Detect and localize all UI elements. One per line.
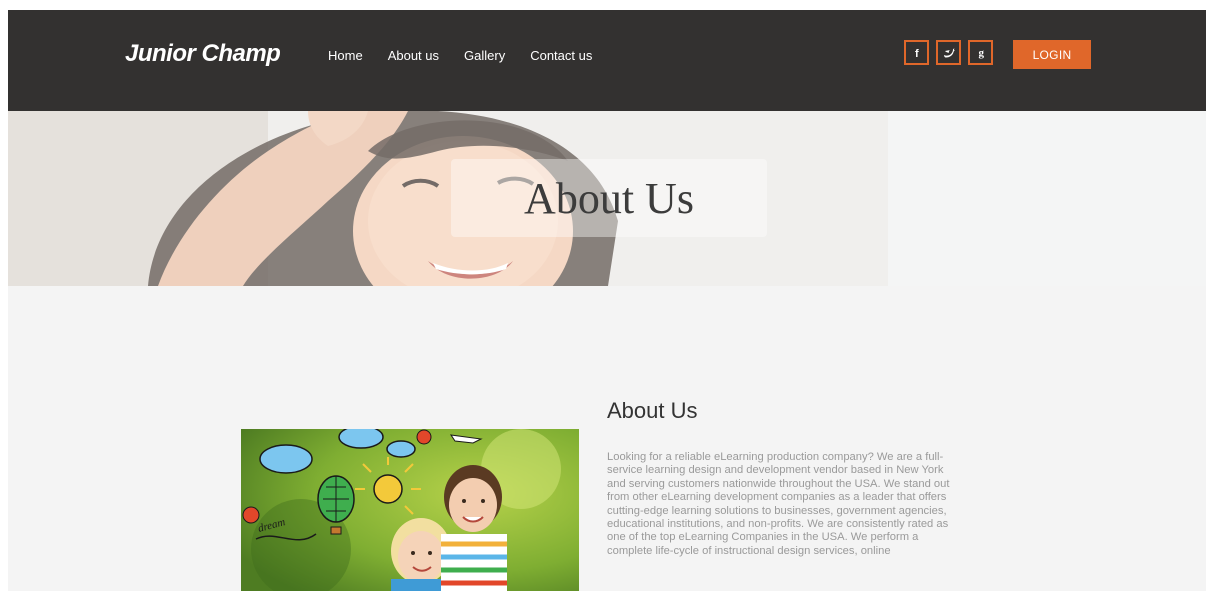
about-heading: About Us bbox=[607, 398, 698, 423]
google-plus-icon: g bbox=[978, 47, 984, 59]
facebook-icon: f bbox=[915, 48, 919, 59]
nav-gallery[interactable]: Gallery bbox=[464, 48, 505, 63]
hero-title-box: About Us bbox=[451, 159, 767, 237]
about-description: Looking for a reliable eLearning product… bbox=[607, 451, 950, 557]
page-frame: Junior Champ Home About us Gallery Conta… bbox=[8, 10, 1206, 591]
svg-text:f: f bbox=[915, 48, 919, 59]
facebook-button[interactable]: f bbox=[904, 40, 929, 65]
google-plus-button[interactable]: g bbox=[968, 40, 993, 65]
hero-banner: About Us bbox=[8, 111, 1206, 286]
kids-photo: dream bbox=[241, 429, 579, 591]
site-header: Junior Champ Home About us Gallery Conta… bbox=[8, 10, 1206, 111]
nav-contact-us[interactable]: Contact us bbox=[530, 48, 592, 63]
main-nav: Home About us Gallery Contact us bbox=[328, 48, 617, 63]
svg-text:g: g bbox=[978, 47, 984, 59]
kids-illustration-image: dream bbox=[241, 429, 579, 591]
twitter-icon bbox=[943, 48, 955, 57]
brand-logo[interactable]: Junior Champ bbox=[125, 40, 281, 68]
social-links: f g bbox=[904, 40, 993, 65]
login-button[interactable]: LOGIN bbox=[1013, 40, 1091, 69]
twitter-button[interactable] bbox=[936, 40, 961, 65]
hero-title: About Us bbox=[524, 174, 694, 223]
nav-about-us[interactable]: About us bbox=[388, 48, 439, 63]
nav-home[interactable]: Home bbox=[328, 48, 363, 63]
